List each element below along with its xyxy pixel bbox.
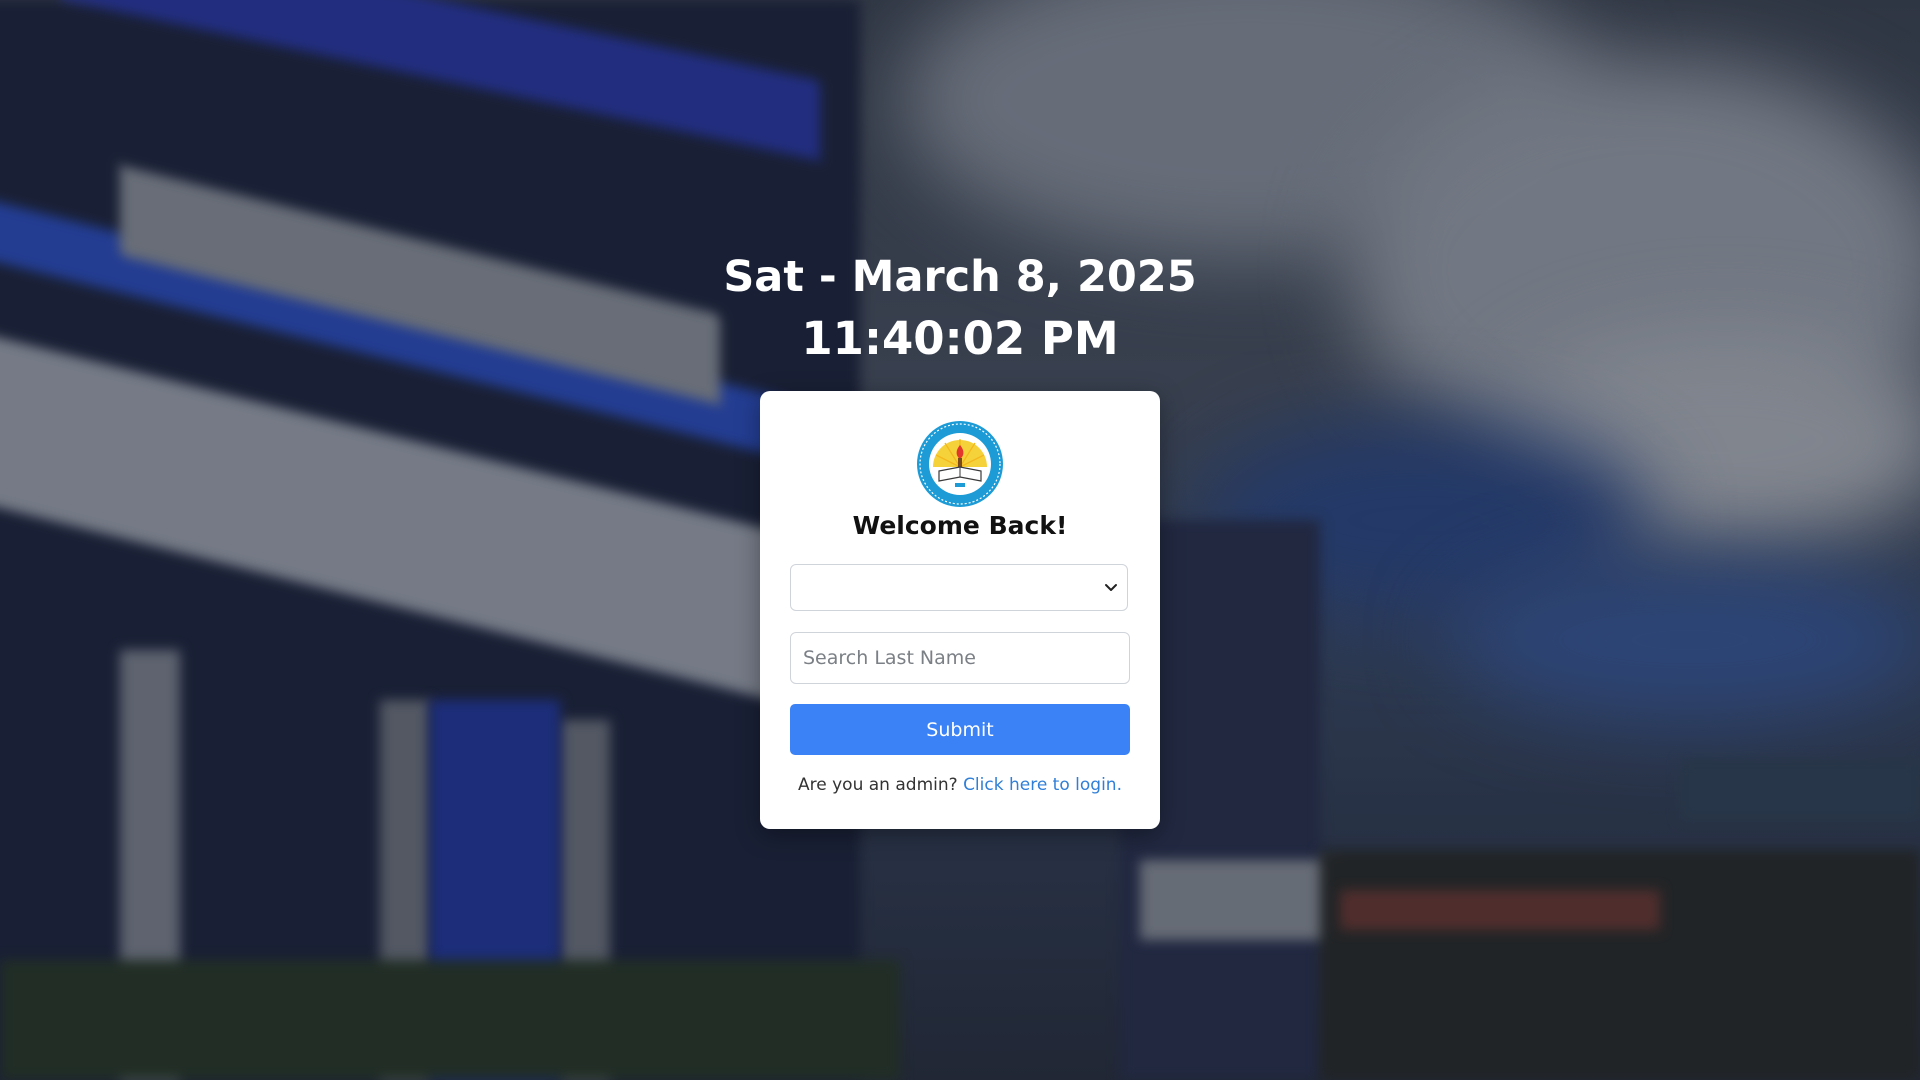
login-card: Welcome Back! Submit Are you an admin? C… (760, 391, 1160, 829)
chevron-down-icon (1105, 584, 1117, 591)
admin-login-line: Are you an admin? Click here to login. (760, 775, 1160, 795)
school-seal-icon (917, 421, 1003, 507)
clock-time: 11:40:02 PM (801, 312, 1119, 365)
admin-login-link[interactable]: Click here to login. (963, 775, 1122, 795)
welcome-heading: Welcome Back! (852, 511, 1068, 540)
submit-button[interactable]: Submit (790, 704, 1130, 755)
search-last-name-input[interactable] (790, 632, 1130, 684)
admin-prompt-text: Are you an admin? (798, 775, 958, 795)
clock-date: Sat - March 8, 2025 (723, 252, 1197, 302)
role-select[interactable] (790, 564, 1128, 611)
